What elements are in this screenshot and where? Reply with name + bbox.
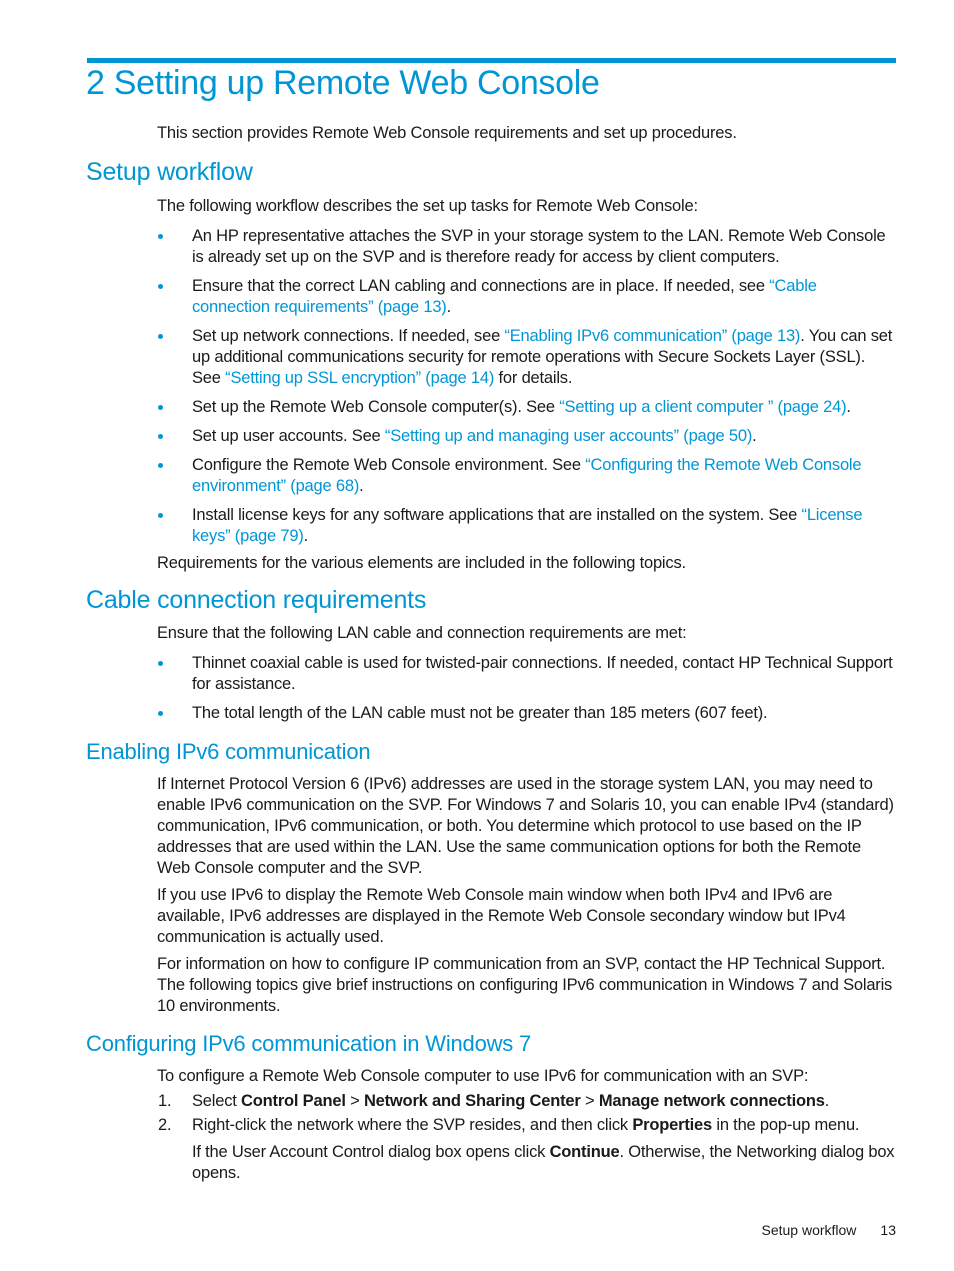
list-item-text: Set up network connections. If needed, s… (192, 327, 505, 345)
cable-requirements-section: Ensure that the following LAN cable and … (157, 623, 897, 732)
list-item-text: . (359, 477, 364, 495)
ui-term: Control Panel (241, 1092, 346, 1110)
configuring-win7-section: To configure a Remote Web Console comput… (157, 1066, 897, 1187)
page-number: 13 (880, 1222, 896, 1238)
step-text: . (824, 1092, 830, 1110)
step-number: 2. (158, 1116, 172, 1134)
chapter-top-rule (87, 58, 896, 63)
cable-requirements-list: Thinnet coaxial cable is used for twiste… (157, 653, 897, 724)
list-item-text: . (752, 427, 757, 445)
list-item-text: Set up user accounts. See (192, 427, 385, 445)
xref-link[interactable]: “Setting up a client computer ” (page 24… (559, 398, 846, 416)
list-item: An HP representative attaches the SVP in… (157, 226, 897, 268)
step-number: 1. (158, 1092, 172, 1110)
step-text: > (580, 1092, 599, 1110)
step-item: 1. Select Control Panel > Network and Sha… (157, 1091, 897, 1112)
bullet-icon (158, 334, 163, 339)
setup-workflow-list: An HP representative attaches the SVP in… (157, 226, 897, 547)
setup-workflow-intro: The following workflow describes the set… (157, 197, 698, 215)
step-text: in the pop-up menu. (711, 1116, 860, 1134)
xref-link[interactable]: “Setting up SSL encryption” (page 14) (225, 369, 494, 387)
chapter-title: 2 Setting up Remote Web Console (86, 64, 600, 102)
bullet-icon (158, 661, 163, 666)
setup-workflow-outro: Requirements for the various elements ar… (157, 554, 686, 572)
heading-configuring-ipv6-windows7: Configuring IPv6 communication in Window… (86, 1031, 532, 1056)
bullet-icon (158, 463, 163, 468)
chapter-intro-text: This section provides Remote Web Console… (157, 124, 737, 142)
footer-section-name: Setup workflow (761, 1222, 857, 1238)
list-item-text: Set up the Remote Web Console computer(s… (192, 398, 560, 416)
step-text: Right-click the network where the SVP re… (192, 1116, 633, 1134)
list-item-text: Ensure that the correct LAN cabling and … (192, 277, 770, 295)
list-item-text: . (303, 527, 309, 545)
list-item-text: Thinnet coaxial cable is used for twiste… (192, 654, 893, 693)
list-item: Set up user accounts. See “Setting up an… (157, 426, 897, 447)
step-item: 2. Right-click the network where the SVP … (157, 1115, 897, 1184)
ui-term: Properties (632, 1116, 712, 1134)
list-item: The total length of the LAN cable must n… (157, 703, 897, 724)
list-item: Configure the Remote Web Console environ… (157, 455, 897, 497)
cable-requirements-intro: Ensure that the following LAN cable and … (157, 624, 687, 642)
ui-term: Manage network connections (598, 1092, 825, 1110)
step-text: Select (192, 1092, 242, 1110)
list-item: Set up the Remote Web Console computer(s… (157, 397, 897, 418)
bullet-icon (158, 234, 163, 239)
list-item-text: Configure the Remote Web Console environ… (192, 456, 586, 474)
list-item-text: . (846, 398, 851, 416)
list-item-text: for details. (494, 369, 573, 387)
page-footer: Setup workflow 13 (761, 1222, 896, 1238)
paragraph: If you use IPv6 to display the Remote We… (157, 886, 846, 946)
step-text: If the User Account Control dialog box o… (192, 1143, 550, 1161)
list-item-text: . (446, 298, 452, 316)
list-item: Ensure that the correct LAN cabling and … (157, 276, 897, 318)
chapter-intro: This section provides Remote Web Console… (157, 123, 897, 144)
ui-term: Network and Sharing Center (363, 1092, 581, 1110)
bullet-icon (158, 405, 163, 410)
list-item: Install license keys for any software ap… (157, 505, 897, 547)
list-item: Set up network connections. If needed, s… (157, 326, 897, 389)
heading-cable-connection-requirements: Cable connection requirements (86, 586, 427, 614)
bullet-icon (158, 284, 163, 289)
heading-setup-workflow: Setup workflow (86, 158, 253, 186)
list-item-text: Install license keys for any software ap… (192, 506, 802, 524)
paragraph: For information on how to configure IP c… (157, 955, 893, 1015)
bullet-icon (158, 434, 163, 439)
enabling-ipv6-section: If Internet Protocol Version 6 (IPv6) ad… (157, 774, 897, 1017)
heading-enabling-ipv6: Enabling IPv6 communication (86, 739, 371, 764)
list-item-text: The total length of the LAN cable must n… (192, 704, 768, 722)
bullet-icon (158, 711, 163, 716)
paragraph: If Internet Protocol Version 6 (IPv6) ad… (157, 775, 894, 877)
ui-term: Continue (549, 1143, 620, 1161)
list-item-text: An HP representative attaches the SVP in… (192, 227, 886, 266)
step-note: If the User Account Control dialog box o… (192, 1142, 897, 1184)
configuring-win7-intro: To configure a Remote Web Console comput… (157, 1067, 809, 1085)
bullet-icon (158, 513, 163, 518)
xref-link[interactable]: “Enabling IPv6 communication” (page 13) (504, 327, 800, 345)
step-text: > (345, 1092, 364, 1110)
xref-link[interactable]: “Setting up and managing user accounts” … (385, 427, 752, 445)
setup-workflow-section: The following workflow describes the set… (157, 196, 897, 574)
list-item: Thinnet coaxial cable is used for twiste… (157, 653, 897, 695)
configuring-win7-steps: 1. Select Control Panel > Network and Sha… (157, 1091, 897, 1184)
